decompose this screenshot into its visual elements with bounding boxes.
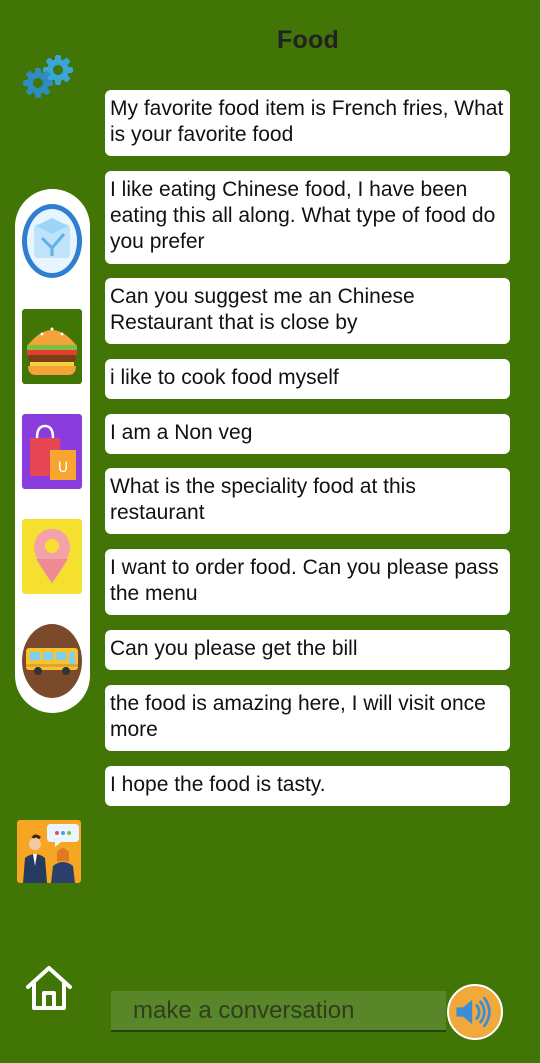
phrase-item[interactable]: My favorite food item is French fries, W… [105,90,510,156]
phrase-item[interactable]: i like to cook food myself [105,359,510,399]
conversation-input[interactable] [111,991,446,1032]
ice-cube-icon [22,204,82,278]
page-title: Food [277,26,339,54]
phrase-item[interactable]: I hope the food is tasty. [105,766,510,806]
phrase-item[interactable]: Can you please get the bill [105,630,510,670]
category-places[interactable] [22,519,82,594]
burger-icon [22,309,82,384]
conversation-people-icon[interactable] [17,820,81,883]
phrase-item[interactable]: I am a Non veg [105,414,510,454]
category-ice-cube[interactable] [22,204,82,279]
gears-icon[interactable] [22,52,74,100]
phrase-item[interactable]: the food is amazing here, I will visit o… [105,685,510,751]
category-transport[interactable] [22,624,82,699]
phrase-item[interactable]: What is the speciality food at this rest… [105,468,510,534]
map-pin-icon [22,519,82,594]
category-sidebar: U [15,189,90,713]
svg-text:U: U [58,460,68,476]
shopping-bag-icon: U [22,414,82,489]
category-shopping[interactable]: U [22,414,82,489]
home-icon[interactable] [24,965,74,1011]
bus-icon [22,624,82,698]
category-food[interactable] [22,309,82,384]
phrase-item[interactable]: I want to order food. Can you please pas… [105,549,510,615]
phrase-item[interactable]: I like eating Chinese food, I have been … [105,171,510,264]
speak-button[interactable] [447,984,503,1040]
speaker-icon [456,996,491,1028]
phrase-item[interactable]: Can you suggest me an Chinese Restaurant… [105,278,510,344]
